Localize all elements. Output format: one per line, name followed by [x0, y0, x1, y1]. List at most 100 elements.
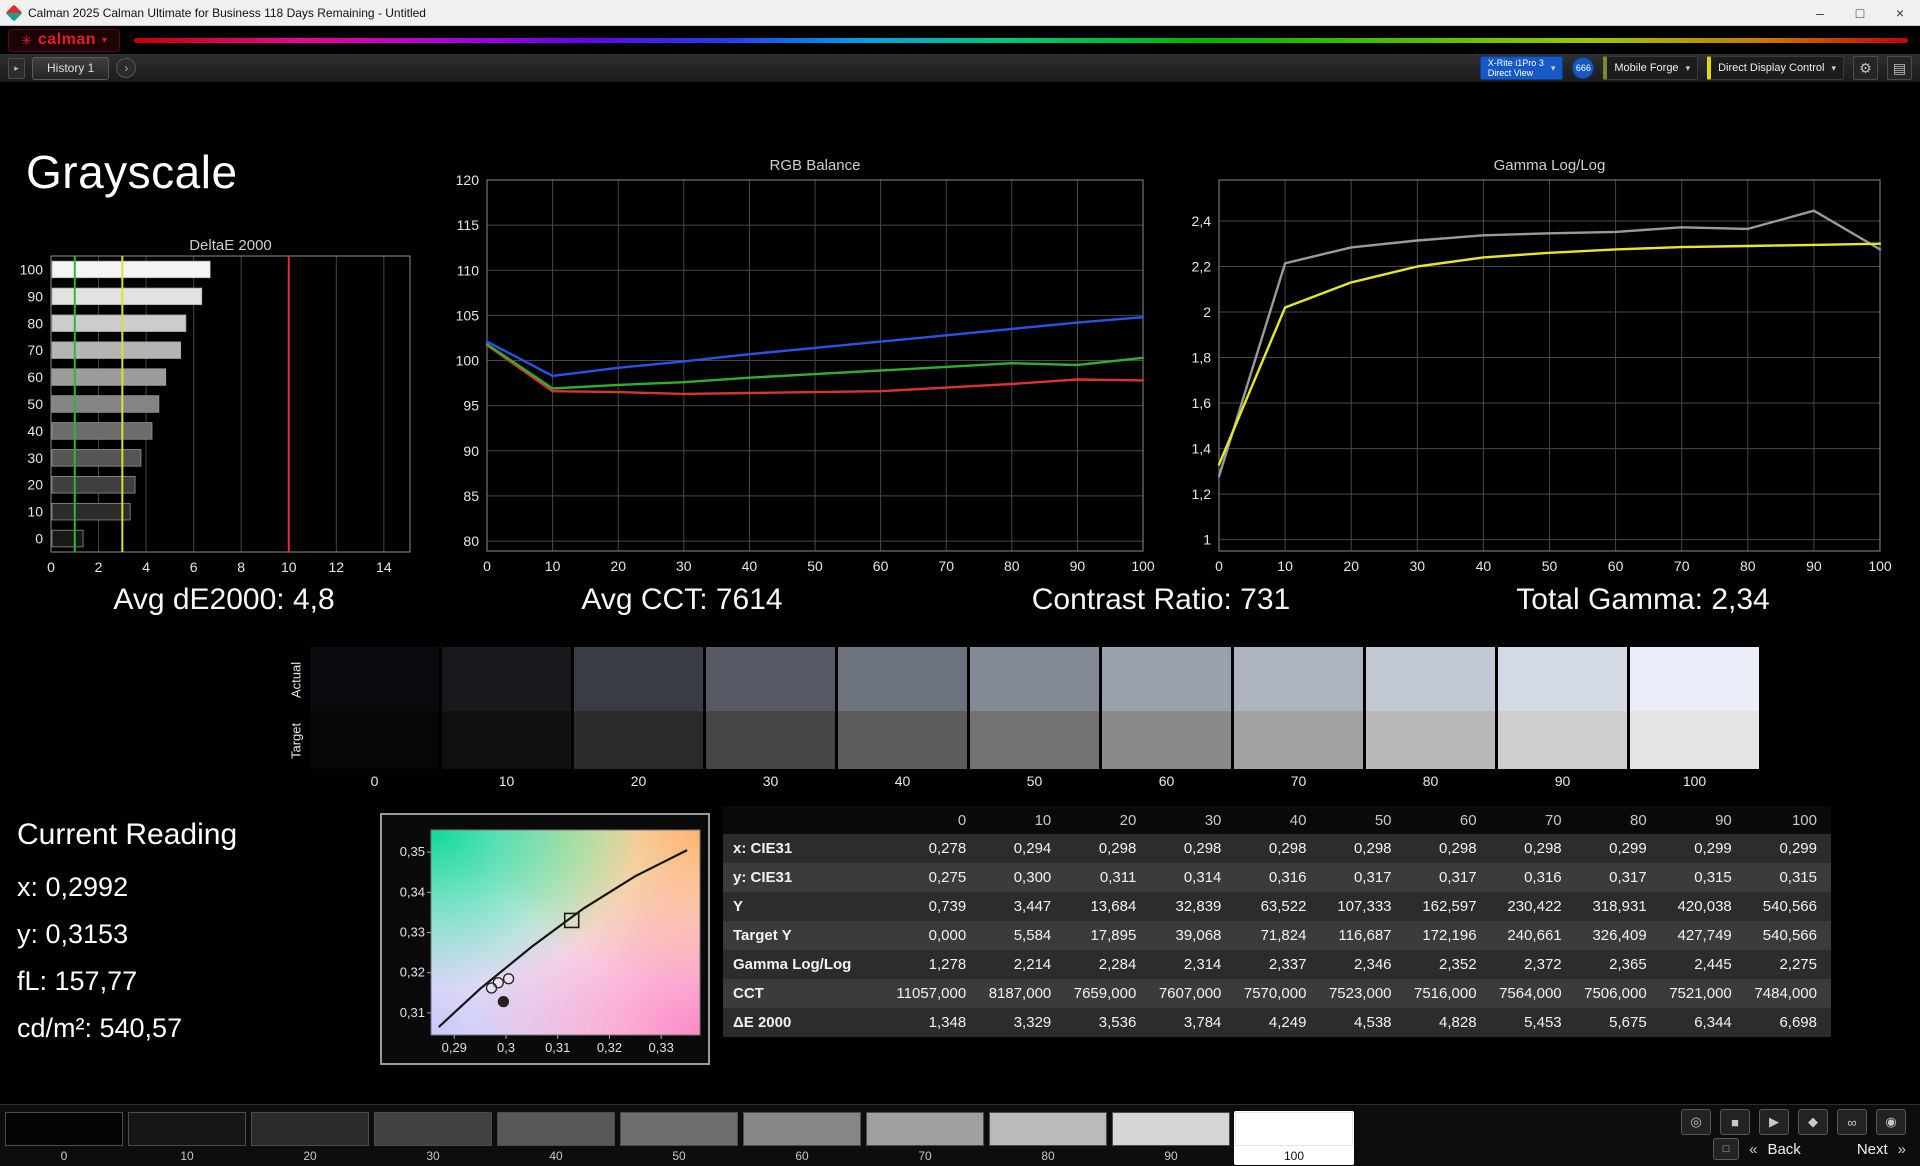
- patch-swatch: [620, 1112, 738, 1146]
- source-dropdown[interactable]: Mobile Forge ▾: [1603, 56, 1699, 80]
- table-cell: 0,298: [1353, 840, 1392, 857]
- calman-logo-menu[interactable]: ✳ calman ▾: [8, 28, 121, 52]
- calman-app-window: Calman 2025 Calman Ultimate for Business…: [0, 0, 1920, 1166]
- next-button[interactable]: Next: [1857, 1141, 1888, 1158]
- rgb-balance-line-chart: 80 85 90 95 100 105 110 115 120 0 10 20 30 40 50 60 70 80…: [456, 172, 1155, 574]
- table-col-header: 70: [1490, 806, 1576, 834]
- grayscale-patch-button[interactable]: 0: [4, 1111, 124, 1165]
- stat-avg-de2000: Avg dE2000: 4,8: [113, 583, 335, 616]
- grayscale-patch-button[interactable]: 30: [373, 1111, 493, 1165]
- meter-count-badge[interactable]: 666: [1572, 57, 1595, 79]
- patch-label: 40: [549, 1149, 563, 1163]
- grayscale-patch-button[interactable]: 70: [865, 1111, 985, 1165]
- reading-fl: fL: 157,77: [17, 966, 138, 996]
- table-cell: 0,298: [1524, 840, 1562, 857]
- main-content: Grayscale DeltaE 2000 100 90 80 70 60 50 40 30 2…: [0, 83, 1920, 1104]
- table-cell: 0,314: [1183, 869, 1222, 886]
- svg-text:0,33: 0,33: [649, 1040, 674, 1055]
- grayscale-data-table: 0 10 20 30 40 50 60 70 80 90 100 x: CIE31 0,278 0,29…: [723, 806, 1831, 1037]
- patch-label: 20: [303, 1149, 317, 1163]
- transport-controls: ◎ ■ ▶ ◆ ∞ ◉ □ « Back Next »: [1658, 1109, 1906, 1160]
- table-cell: 0,294: [1013, 840, 1052, 857]
- panel-icon[interactable]: ▤: [1887, 56, 1912, 80]
- play-icon[interactable]: ▶: [1759, 1109, 1789, 1135]
- svg-text:30: 30: [27, 450, 43, 466]
- save-icon[interactable]: ◆: [1798, 1109, 1828, 1135]
- table-cell: 17,895: [1090, 927, 1137, 944]
- table-cell: 4,828: [1439, 1014, 1477, 1031]
- svg-text:40: 40: [742, 558, 758, 574]
- table-cell: 116,687: [1338, 927, 1392, 944]
- table-cell: 2,445: [1694, 956, 1732, 973]
- svg-text:2,2: 2,2: [1192, 258, 1212, 274]
- next-icon: »: [1897, 1140, 1906, 1158]
- table-cell: 7564,000: [1499, 985, 1562, 1002]
- history-nav-button[interactable]: ›: [116, 58, 137, 78]
- stat-contrast-ratio: Contrast Ratio: 731: [1031, 583, 1291, 616]
- deltae-bar-chart: 10090807060504030201000 2 4 6 8 10 12 14: [20, 255, 411, 575]
- patch-swatch: [989, 1112, 1107, 1146]
- patch-label: 60: [795, 1149, 809, 1163]
- swatch-label: 10: [498, 773, 515, 789]
- table-cell: 0,299: [1694, 840, 1732, 857]
- svg-text:0: 0: [47, 559, 55, 575]
- swatch-label: 90: [1554, 773, 1571, 789]
- table-cell: 39,068: [1175, 927, 1222, 944]
- grayscale-swatch: 30: [706, 647, 835, 790]
- grayscale-patch-button[interactable]: 50: [619, 1111, 739, 1165]
- grayscale-patch-button[interactable]: 60: [742, 1111, 862, 1165]
- svg-text:20: 20: [27, 477, 43, 493]
- table-cell: 0,317: [1609, 869, 1647, 886]
- grayscale-patch-button[interactable]: 40: [496, 1111, 616, 1165]
- table-cell: 4,538: [1353, 1014, 1392, 1031]
- svg-text:50: 50: [27, 396, 43, 412]
- svg-text:1,4: 1,4: [1192, 441, 1212, 457]
- history-expander-button[interactable]: ▸: [8, 57, 25, 79]
- table-cell: 0,298: [1439, 840, 1477, 857]
- grayscale-swatch: 0: [310, 647, 439, 790]
- swatch-actual: [1102, 647, 1231, 711]
- stop-icon[interactable]: ■: [1720, 1109, 1750, 1135]
- swatch-target: [1366, 711, 1495, 769]
- svg-text:100: 100: [20, 261, 44, 277]
- grayscale-patch-button[interactable]: 80: [988, 1111, 1108, 1165]
- pattern-window-button[interactable]: □: [1713, 1138, 1740, 1160]
- table-cell: 0,300: [1013, 869, 1052, 886]
- grayscale-patch-button[interactable]: 90: [1111, 1111, 1231, 1165]
- back-button[interactable]: Back: [1767, 1141, 1800, 1158]
- power-icon[interactable]: ◉: [1876, 1109, 1906, 1135]
- gear-icon[interactable]: ⚙: [1853, 56, 1878, 80]
- patch-label: 80: [1041, 1149, 1055, 1163]
- grayscale-patch-button[interactable]: 20: [250, 1111, 370, 1165]
- table-cell: 71,824: [1260, 927, 1307, 944]
- table-cell: 540,566: [1762, 927, 1817, 944]
- continuous-icon[interactable]: ∞: [1837, 1109, 1867, 1135]
- grayscale-patch-button[interactable]: 10: [127, 1111, 247, 1165]
- grayscale-patch-button[interactable]: 100: [1234, 1111, 1354, 1165]
- minimize-button[interactable]: –: [1800, 0, 1840, 25]
- patch-label: 0: [60, 1149, 68, 1163]
- table-row-label: Gamma Log/Log: [733, 956, 852, 973]
- table-cell: 2,337: [1268, 956, 1307, 973]
- svg-text:1: 1: [1203, 532, 1211, 548]
- svg-text:10: 10: [545, 558, 561, 574]
- meter-dropdown[interactable]: X-Rite i1Pro 3 Direct View ▾: [1479, 56, 1564, 80]
- svg-text:1,8: 1,8: [1192, 350, 1212, 366]
- table-row-label: x: CIE31: [733, 840, 793, 857]
- capture-icon[interactable]: ◎: [1681, 1109, 1711, 1135]
- svg-text:10: 10: [1277, 558, 1293, 574]
- table-cell: 0,000: [928, 927, 967, 944]
- display-control-dropdown[interactable]: Direct Display Control ▾: [1707, 56, 1844, 80]
- grayscale-swatch: 70: [1234, 647, 1363, 790]
- svg-text:0,35: 0,35: [400, 844, 425, 859]
- tab-history-1[interactable]: History 1: [32, 56, 110, 80]
- maximize-button[interactable]: □: [1840, 0, 1880, 25]
- table-cell: 326,409: [1592, 927, 1647, 944]
- swatch-target: [706, 711, 835, 769]
- svg-text:0,29: 0,29: [442, 1040, 467, 1055]
- svg-text:20: 20: [610, 558, 626, 574]
- svg-text:50: 50: [1542, 558, 1558, 574]
- close-button[interactable]: ×: [1880, 0, 1920, 25]
- swatch-actual: [1498, 647, 1627, 711]
- swatch-label: 50: [1026, 773, 1043, 789]
